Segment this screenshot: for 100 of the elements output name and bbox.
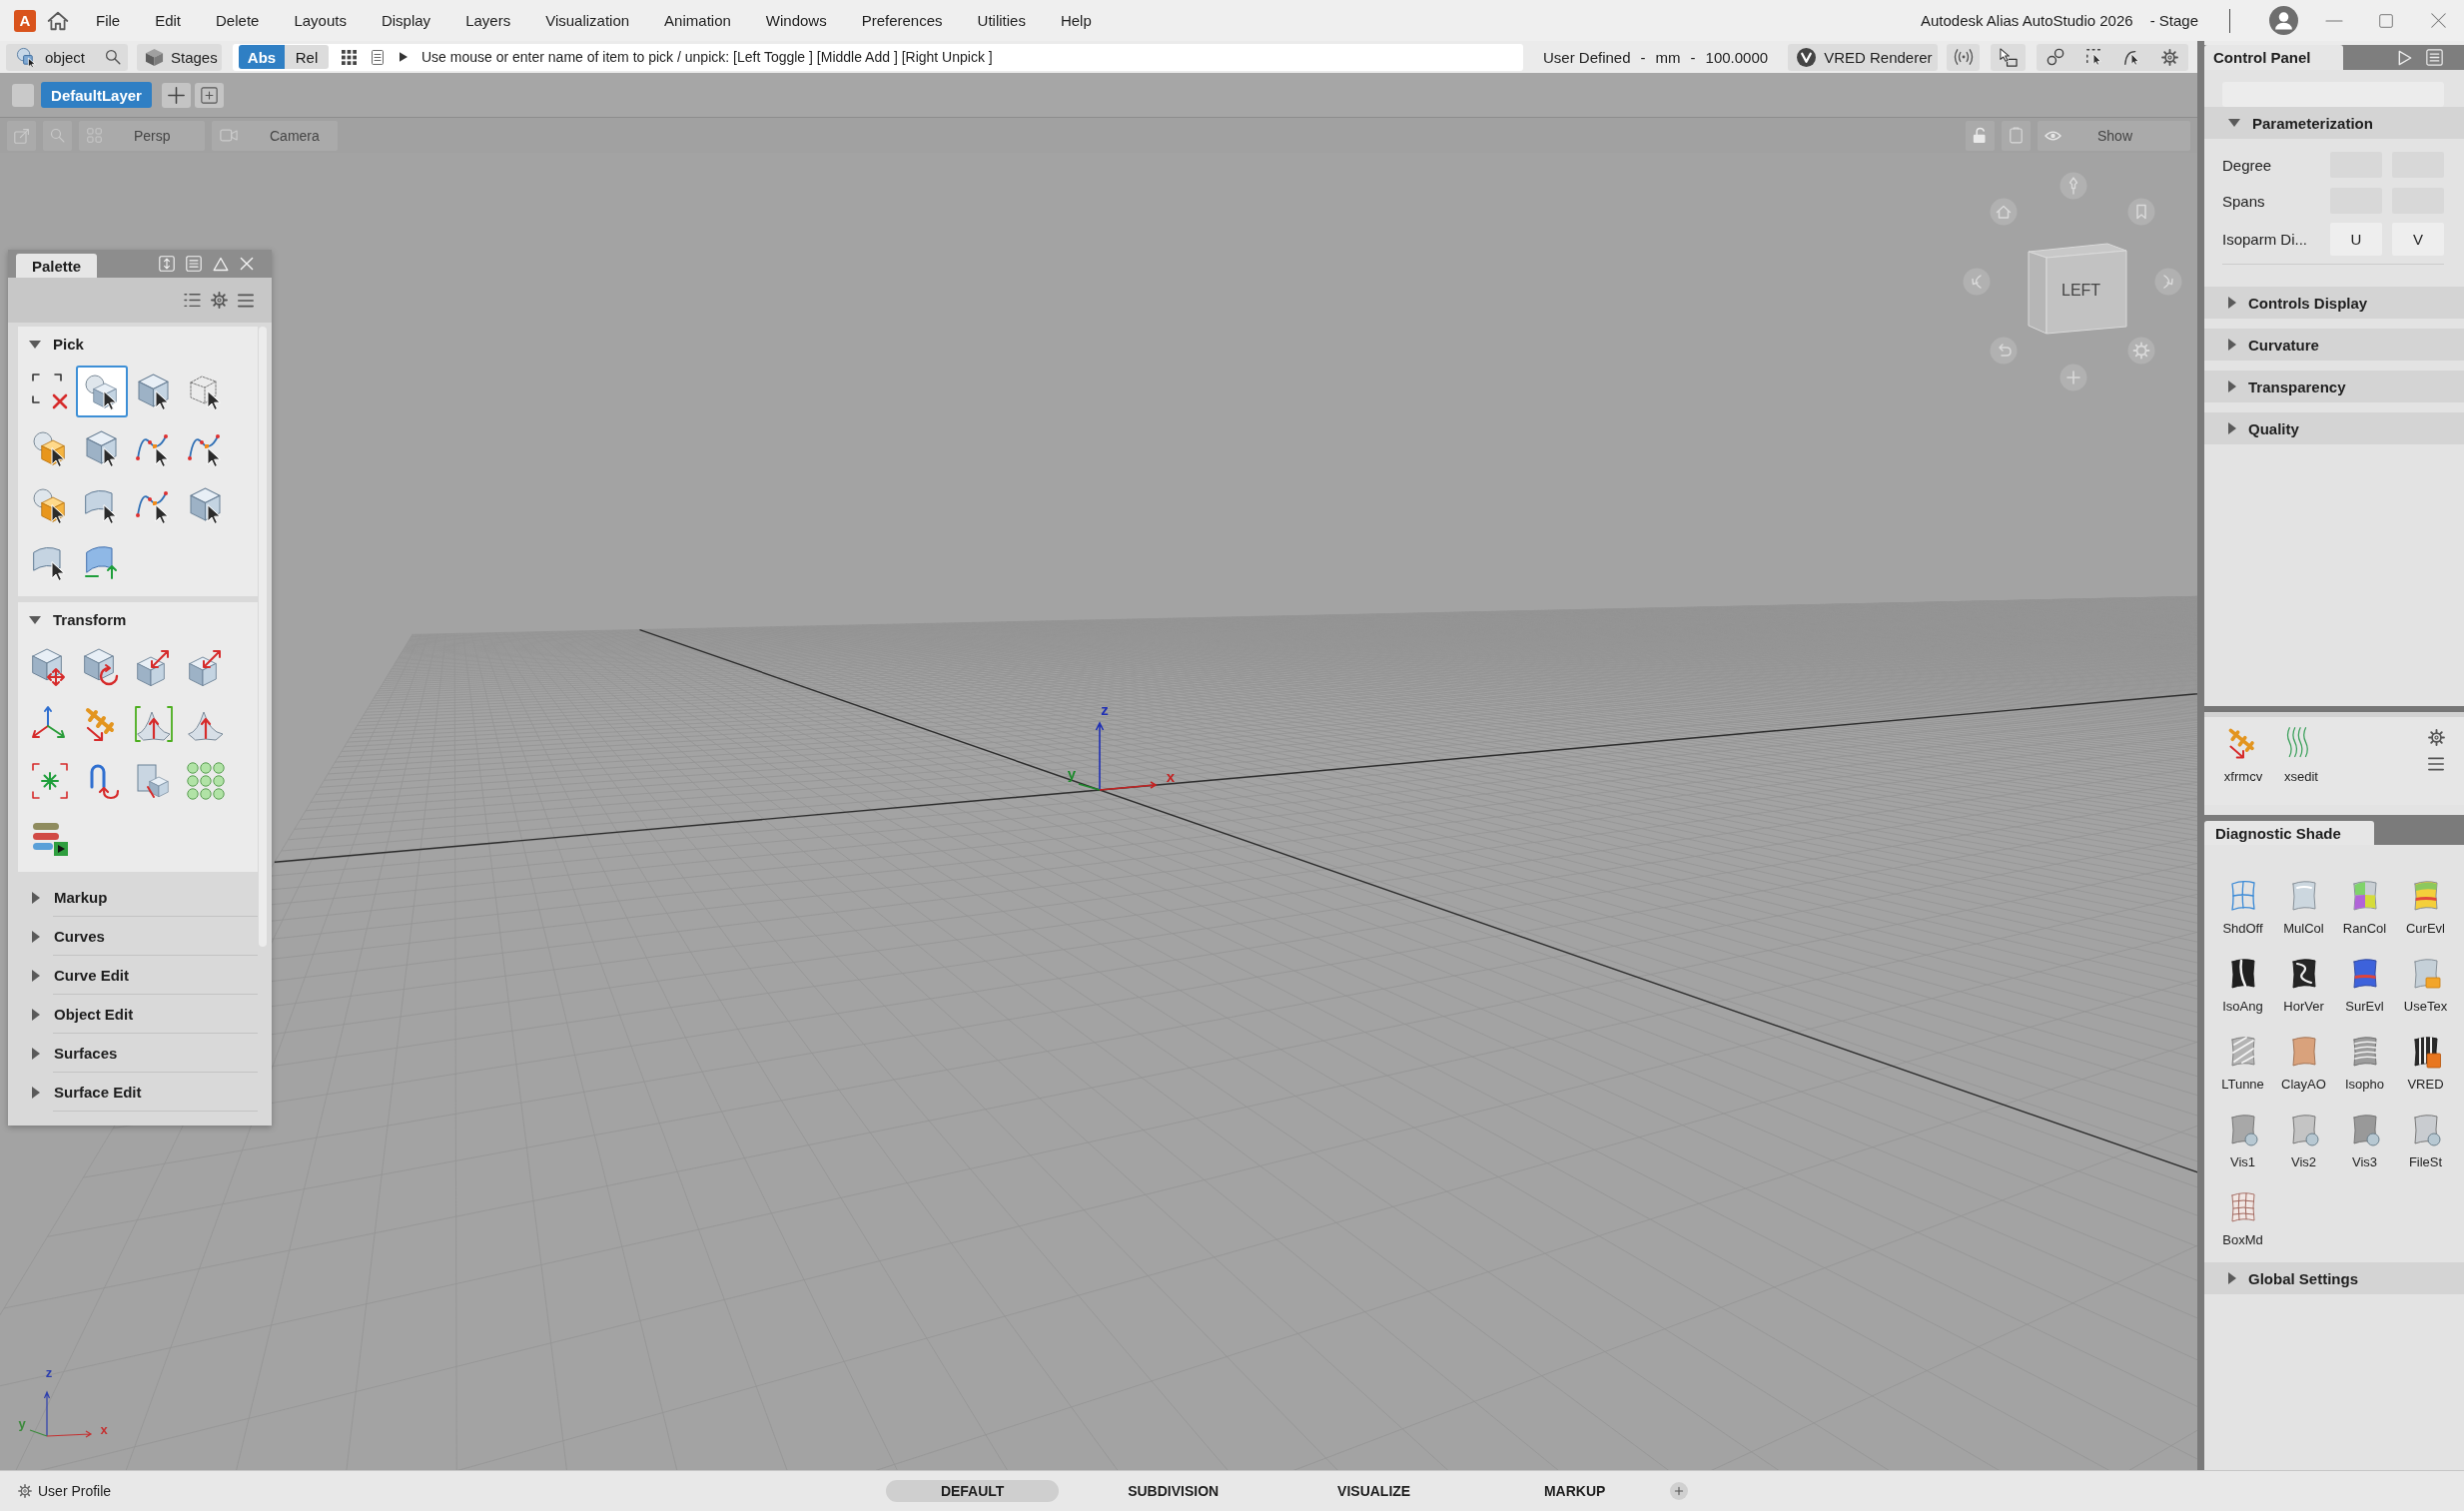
palette-tab[interactable]: Palette bbox=[16, 254, 97, 278]
renderer-button[interactable]: VRED Renderer bbox=[1788, 43, 1939, 71]
tool-button[interactable] bbox=[76, 366, 128, 417]
shade-mode-button[interactable]: UseTex bbox=[2395, 957, 2456, 1015]
shelf-button[interactable]: xsedit bbox=[2275, 725, 2327, 784]
clipboard-icon bbox=[2010, 127, 2023, 144]
shade-mode-button[interactable]: HorVer bbox=[2273, 957, 2334, 1015]
shade-mode-button[interactable]: Vis2 bbox=[2273, 1113, 2334, 1170]
axis-label: z bbox=[45, 1365, 53, 1379]
shade-mode-button[interactable]: RanCol bbox=[2334, 879, 2395, 937]
menu-item[interactable]: Edit bbox=[155, 12, 182, 29]
shade-mode-button[interactable]: ClayAO bbox=[2273, 1035, 2334, 1093]
section-header[interactable]: Curvature bbox=[2204, 329, 2464, 361]
view-button[interactable]: Persp bbox=[79, 120, 205, 151]
field-label: Isoparm Di... bbox=[2222, 231, 2308, 248]
field-label: Degree bbox=[2222, 156, 2272, 174]
settings-icon[interactable] bbox=[2161, 48, 2178, 66]
cursor-frame-button[interactable] bbox=[1991, 43, 2027, 71]
vertical-arrows-icon[interactable] bbox=[159, 256, 175, 272]
section-header[interactable]: Controls Display bbox=[2204, 287, 2464, 319]
shade-mode-button[interactable]: ShdOff bbox=[2212, 879, 2273, 937]
menu-item[interactable]: Help bbox=[1060, 12, 1092, 29]
shade-mode-button[interactable]: SurEvl bbox=[2334, 957, 2395, 1015]
shade-mode-button[interactable]: Isopho bbox=[2334, 1035, 2395, 1093]
shelf-button[interactable]: xfrmcv bbox=[2217, 725, 2269, 784]
show-button[interactable]: Show bbox=[2038, 120, 2190, 151]
search-icon[interactable] bbox=[105, 49, 121, 65]
section-header[interactable]: Quality bbox=[2204, 412, 2464, 444]
shade-mode-button[interactable]: CurEvl bbox=[2395, 879, 2456, 937]
shade-mode-button[interactable]: FileSt bbox=[2395, 1113, 2456, 1170]
input-field[interactable] bbox=[2222, 82, 2444, 107]
workspace-tab[interactable]: DEFAULT bbox=[886, 1480, 1060, 1502]
axis-label: x bbox=[100, 1422, 108, 1436]
panel-tab[interactable]: Control Panel bbox=[2204, 45, 2343, 70]
camera-button[interactable]: Camera bbox=[212, 120, 338, 151]
sphere-cube-icon bbox=[16, 46, 37, 68]
home-icon[interactable] bbox=[47, 10, 69, 31]
scale-value: 100.0000 bbox=[1705, 48, 1769, 66]
section-header[interactable]: Transform bbox=[18, 606, 258, 633]
section-header[interactable]: Parameterization bbox=[2204, 107, 2464, 139]
user-avatar-icon[interactable] bbox=[2269, 6, 2298, 35]
grid-icon[interactable] bbox=[342, 49, 357, 65]
axis-button[interactable]: U bbox=[2330, 223, 2382, 256]
menu-item[interactable]: Windows bbox=[765, 12, 827, 29]
shade-mode-button[interactable]: BoxMd bbox=[2212, 1190, 2273, 1248]
panel-tab[interactable]: Diagnostic Shade bbox=[2204, 821, 2374, 845]
rings-icon[interactable] bbox=[2047, 48, 2065, 66]
cursor-frame-icon bbox=[1999, 47, 2019, 67]
plane-name: User Defined bbox=[1543, 48, 1631, 66]
list-icon[interactable] bbox=[184, 293, 201, 308]
close-icon[interactable] bbox=[2430, 13, 2446, 28]
section-header[interactable]: Global Settings bbox=[2204, 1262, 2464, 1294]
shade-mode-button[interactable]: Vis3 bbox=[2334, 1113, 2395, 1170]
workspace-tab[interactable]: SUBDIVISION bbox=[1087, 1480, 1260, 1502]
curve-cursor-icon[interactable] bbox=[2122, 48, 2141, 66]
settings-icon[interactable] bbox=[2428, 729, 2445, 746]
workspace-tab[interactable]: VISUALIZE bbox=[1287, 1480, 1461, 1502]
dashes-cursor-icon[interactable] bbox=[2084, 48, 2103, 66]
layer-toggle-button[interactable] bbox=[12, 83, 34, 107]
scrollbar[interactable] bbox=[259, 327, 267, 947]
document-icon[interactable] bbox=[372, 49, 384, 65]
menu-item[interactable]: Layers bbox=[465, 12, 511, 29]
add-tab-button[interactable] bbox=[1670, 1482, 1689, 1500]
layer-tab[interactable]: DefaultLayer bbox=[41, 82, 152, 108]
shade-mode-button[interactable]: MulCol bbox=[2273, 879, 2334, 937]
settings-icon[interactable] bbox=[211, 292, 228, 309]
menu-item[interactable]: Animation bbox=[664, 12, 731, 29]
menu-item[interactable]: File bbox=[96, 12, 121, 29]
shade-mode-button[interactable]: IsoAng bbox=[2212, 957, 2273, 1015]
menu-item[interactable]: Display bbox=[381, 12, 431, 29]
workspace-tab[interactable]: MARKUP bbox=[1488, 1480, 1662, 1502]
coordinate-mode-tab[interactable]: Abs bbox=[239, 45, 285, 69]
shade-mode-button[interactable]: Vis1 bbox=[2212, 1113, 2273, 1170]
view-cube-label[interactable]: LEFT bbox=[2061, 283, 2101, 299]
shade-mode-button[interactable]: VRED bbox=[2395, 1035, 2456, 1093]
new-layer-set-button[interactable] bbox=[195, 82, 224, 108]
coordinate-mode-tab[interactable]: Rel bbox=[285, 45, 329, 69]
section-header[interactable]: Transparency bbox=[2204, 371, 2464, 402]
menu-item[interactable]: Utilities bbox=[977, 12, 1026, 29]
menu-icon[interactable] bbox=[238, 292, 254, 309]
menu-item[interactable]: Visualization bbox=[545, 12, 630, 29]
user-profile-button[interactable]: User Profile bbox=[18, 1483, 112, 1499]
lock-button[interactable] bbox=[1966, 120, 1995, 151]
menu-item[interactable]: Delete bbox=[216, 12, 260, 29]
axis-button[interactable]: V bbox=[2392, 223, 2444, 256]
peak-surface-icon bbox=[134, 704, 174, 744]
menu-icon[interactable] bbox=[2428, 756, 2444, 772]
section-header[interactable]: Pick bbox=[18, 331, 258, 358]
maximize-icon[interactable] bbox=[2379, 13, 2393, 28]
play-icon[interactable] bbox=[400, 52, 408, 62]
signal-button[interactable] bbox=[1947, 43, 1981, 71]
menu-item[interactable]: Layouts bbox=[294, 12, 347, 29]
add-layer-button[interactable] bbox=[162, 82, 191, 108]
clipboard-button[interactable] bbox=[2002, 120, 2031, 151]
shade-mode-button[interactable]: LTunne bbox=[2212, 1035, 2273, 1093]
triangle-icon[interactable] bbox=[213, 256, 229, 272]
units-text: mm bbox=[1655, 48, 1681, 66]
app-logo[interactable]: A bbox=[14, 9, 36, 32]
menu-item[interactable]: Preferences bbox=[861, 12, 943, 29]
stages-button[interactable]: Stages bbox=[137, 43, 222, 71]
